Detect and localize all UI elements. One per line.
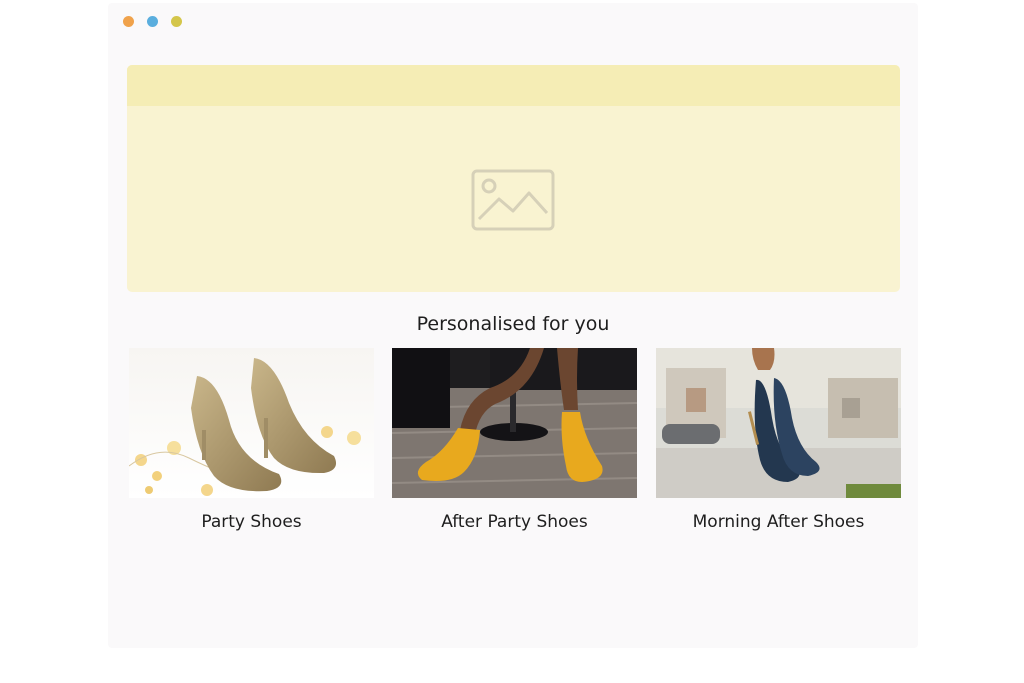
navy-heels-in-hand-image[interactable] (656, 348, 901, 498)
close-dot-icon[interactable] (123, 16, 134, 27)
yellow-ankle-boots-image[interactable] (392, 348, 637, 498)
product-card-after-party-shoes[interactable]: After Party Shoes (392, 348, 637, 532)
gold-glitter-heels-image[interactable] (129, 348, 374, 498)
product-label[interactable]: After Party Shoes (392, 512, 637, 532)
window-controls (123, 16, 182, 27)
product-label[interactable]: Party Shoes (129, 512, 374, 532)
browser-window: Personalised for you Party Shoes After P… (108, 3, 918, 648)
section-title: Personalised for you (416, 313, 610, 335)
product-card-party-shoes[interactable]: Party Shoes (129, 348, 374, 532)
hero-banner[interactable] (127, 65, 900, 292)
hero-banner-bar (127, 65, 900, 106)
maximize-dot-icon[interactable] (171, 16, 182, 27)
product-label[interactable]: Morning After Shoes (656, 512, 901, 532)
minimize-dot-icon[interactable] (147, 16, 158, 27)
image-placeholder-icon (471, 169, 555, 231)
product-card-morning-after-shoes[interactable]: Morning After Shoes (656, 348, 901, 532)
